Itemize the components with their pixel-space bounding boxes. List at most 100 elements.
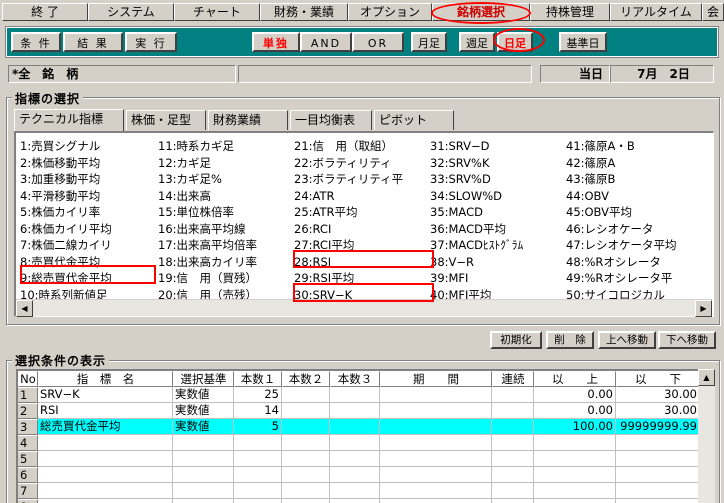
indicator-item[interactable]: 33:SRV%D [430,172,564,187]
menu-system[interactable]: システム [88,3,174,21]
indicator-item[interactable]: 9:総売買代金平均 [20,271,156,286]
table-cell[interactable] [616,451,698,467]
table-cell[interactable] [282,435,330,451]
table-cell[interactable] [330,387,380,403]
table-cell[interactable] [282,467,330,483]
tab-ichimoku[interactable]: 一目均衡表 [290,110,372,130]
table-cell[interactable] [534,499,616,503]
or-button[interactable]: OR [352,32,404,52]
table-cell[interactable] [234,435,282,451]
row-number[interactable]: 2 [18,403,38,419]
indicator-item[interactable]: 49:%Rオシレータ平 [566,271,712,286]
menu-chart[interactable]: チャート [174,3,260,21]
table-cell[interactable] [380,387,492,403]
indicator-item[interactable]: 1:売買シグナル [20,139,156,154]
indicator-item[interactable]: 18:出来高カイリ率 [158,255,292,270]
table-cell[interactable]: 100.00 [534,419,616,435]
table-cell[interactable] [616,435,698,451]
table-row[interactable]: 4 [18,435,698,451]
indicator-item[interactable]: 6:株価カイリ平均 [20,222,156,237]
condition-table[interactable]: No 指 標 名選択基準 本数１ 本数２ 本数３ 期 間連続以 上以 下 1 SRV−K 実数… [16,369,698,503]
indicator-item[interactable]: 23:ボラティリティ平 [294,172,428,187]
and-button[interactable]: AND [300,32,352,52]
table-cell[interactable] [234,483,282,499]
table-cell[interactable] [330,403,380,419]
table-cell[interactable] [492,387,534,403]
table-cell[interactable] [616,483,698,499]
table-row[interactable]: 8 [18,499,698,503]
row-number[interactable]: 7 [18,483,38,499]
table-cell[interactable] [38,467,173,483]
table-cell[interactable]: 30.00 [616,387,698,403]
indicator-item[interactable]: 42:篠原A [566,156,712,171]
table-cell[interactable] [492,483,534,499]
indicator-list[interactable]: 1:売買シグナル 2:株価移動平均 3:加重移動平均 4:平滑移動平均 5:株価カイリ率… [14,131,714,317]
table-cell[interactable] [380,451,492,467]
indicator-item[interactable]: 15:単位株倍率 [158,205,292,220]
table-cell[interactable] [282,387,330,403]
table-cell[interactable] [534,435,616,451]
table-cell[interactable] [380,403,492,419]
tab-price-candle[interactable]: 株価・足型 [126,110,206,130]
table-cell[interactable] [234,467,282,483]
indicator-hscroll[interactable]: ◀ ▶ [16,299,712,317]
table-cell[interactable] [173,451,234,467]
indicator-item[interactable]: 28:RSI [294,255,428,270]
table-row[interactable]: 6 [18,467,698,483]
move-down-button[interactable]: 下へ移動 [658,331,716,349]
indicator-item[interactable]: 29:RSI平均 [294,271,428,286]
table-cell[interactable] [282,483,330,499]
table-cell[interactable] [234,451,282,467]
menu-holdings[interactable]: 持株管理 [530,3,610,21]
execute-button[interactable]: 実 行 [125,32,177,52]
indicator-item[interactable]: 34:SLOW%D [430,189,564,204]
table-cell[interactable]: SRV−K [38,387,173,403]
table-cell[interactable]: 99999999.99 [616,419,698,435]
indicator-item[interactable]: 37:MACDﾋｽﾄｸﾞﾗﾑ [430,238,564,253]
indicator-item[interactable]: 32:SRV%K [430,156,564,171]
indicator-item[interactable]: 31:SRV−D [430,139,564,154]
table-row[interactable]: 5 [18,451,698,467]
tab-pivot[interactable]: ピボット [374,110,454,130]
table-cell[interactable] [38,435,173,451]
scroll-left-icon[interactable]: ◀ [16,300,33,317]
table-cell[interactable] [330,435,380,451]
table-cell[interactable] [380,419,492,435]
indicator-item[interactable]: 21:信 用（取組） [294,139,428,154]
table-cell[interactable] [282,403,330,419]
table-cell[interactable] [282,419,330,435]
table-cell[interactable] [38,499,173,503]
table-cell[interactable] [330,483,380,499]
table-cell[interactable] [330,451,380,467]
table-cell[interactable]: 実数値 [173,419,234,435]
scroll-right-icon[interactable]: ▶ [695,300,712,317]
indicator-item[interactable]: 47:レシオケータ平均 [566,238,712,253]
row-number[interactable]: 1 [18,387,38,403]
indicator-item[interactable]: 24:ATR [294,189,428,204]
indicator-item[interactable]: 14:出来高 [158,189,292,204]
table-row[interactable]: 1 SRV−K 実数値 25 0.00 30.00 [18,387,698,403]
table-cell[interactable] [38,451,173,467]
table-cell[interactable] [616,467,698,483]
table-row[interactable]: 7 [18,483,698,499]
table-cell[interactable] [380,435,492,451]
indicator-item[interactable]: 26:RCI [294,222,428,237]
scroll-up-icon[interactable]: ▲ [698,369,715,386]
table-cell[interactable]: 5 [234,419,282,435]
base-date-button[interactable]: 基準日 [559,32,607,52]
tab-technical[interactable]: テクニカル指標 [14,109,124,131]
indicator-item[interactable]: 7:株価二線カイリ [20,238,156,253]
indicator-item[interactable]: 44:OBV [566,189,712,204]
table-cell[interactable] [534,483,616,499]
indicator-item[interactable]: 41:篠原A・B [566,139,712,154]
indicator-item[interactable]: 46:レシオケータ [566,222,712,237]
table-cell[interactable] [534,467,616,483]
indicator-item[interactable]: 2:株価移動平均 [20,156,156,171]
table-cell[interactable] [492,419,534,435]
reset-button[interactable]: 初期化 [490,331,542,349]
indicator-item[interactable]: 12:カギ足 [158,156,292,171]
indicator-item[interactable]: 48:%Rオシレータ [566,255,712,270]
table-cell[interactable] [492,451,534,467]
single-button[interactable]: 単独 [252,32,300,52]
indicator-item[interactable]: 16:出来高平均線 [158,222,292,237]
